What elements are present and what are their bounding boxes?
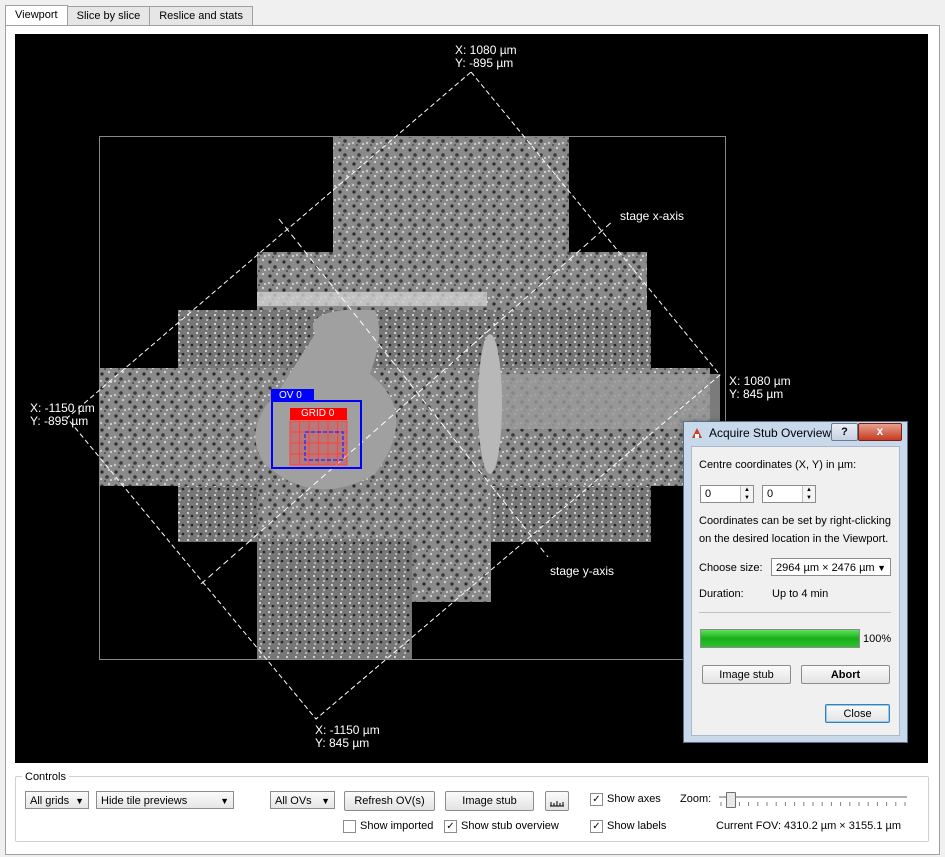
close-button[interactable]: Close <box>825 704 890 723</box>
stage-x-axis-label: stage x-axis <box>620 209 685 223</box>
grids-combo[interactable]: All grids ▼ <box>25 791 89 809</box>
dialog-image-stub-button[interactable]: Image stub <box>702 665 791 684</box>
tab-viewport[interactable]: Viewport <box>5 5 68 27</box>
zoom-slider-handle[interactable] <box>726 792 737 808</box>
ruler-icon <box>550 801 564 807</box>
app-icon <box>692 428 702 438</box>
stage-y-axis-label: stage y-axis <box>550 564 615 578</box>
show-labels-checkbox[interactable]: ✓ Show labels <box>590 819 666 833</box>
refresh-ov-button[interactable]: Refresh OV(s) <box>344 791 435 811</box>
choose-size-label: Choose size: <box>699 562 763 574</box>
check-icon: ✓ <box>590 792 603 806</box>
check-icon: ✓ <box>590 819 603 833</box>
dialog-body: Centre coordinates (X, Y) in µm: 0 ▲ ▼ 0 … <box>691 446 900 736</box>
tab-slice-by-slice[interactable]: Slice by slice <box>66 6 151 26</box>
tile-previews-combo-value: Hide tile previews <box>101 795 188 807</box>
controls-title: Controls <box>22 771 69 783</box>
grid-tiles <box>289 420 348 466</box>
zoom-slider-track <box>719 796 907 806</box>
show-axes-checkbox[interactable]: ✓ Show axes <box>590 792 661 806</box>
size-combo-value: 2964 µm × 2476 µm <box>776 562 875 574</box>
grid-label: GRID 0 <box>301 408 335 419</box>
ovs-combo-value: All OVs <box>275 795 312 807</box>
close-icon: x <box>876 424 884 438</box>
chevron-down-icon: ▼ <box>321 796 330 806</box>
centre-y-spinbox[interactable]: 0 ▲ ▼ <box>762 485 816 503</box>
hint-line-1: Coordinates can be set by right-clicking <box>699 515 891 527</box>
centre-x-value[interactable]: 0 <box>705 488 711 500</box>
chevron-down-icon: ▼ <box>220 796 229 806</box>
title-close-button[interactable]: x <box>858 423 902 441</box>
progress-percent: 100% <box>863 633 892 645</box>
zoom-slider[interactable] <box>717 792 909 808</box>
chevron-down-icon: ▼ <box>75 796 84 806</box>
centre-x-spinbox[interactable]: 0 ▲ ▼ <box>700 485 754 503</box>
corner-label-top: X: 1080 µm Y: -895 µm <box>455 43 517 70</box>
help-button[interactable]: ? <box>831 423 858 441</box>
corner-label-bottom: X: -1150 µm Y: 845 µm <box>315 723 380 750</box>
size-combo[interactable]: 2964 µm × 2476 µm ▼ <box>771 558 891 576</box>
duration-value: Up to 4 min <box>772 588 829 600</box>
abort-button[interactable]: Abort <box>801 665 890 684</box>
dialog-title-bar: Acquire Stub Overview <box>690 424 831 442</box>
centre-coordinates-label: Centre coordinates (X, Y) in µm: <box>699 459 857 471</box>
duration-label: Duration: <box>699 588 744 600</box>
corner-label-left: X: -1150 µm Y: -895 µm <box>30 401 95 428</box>
tile-previews-combo[interactable]: Hide tile previews ▼ <box>96 791 234 809</box>
tab-reslice-and-stats[interactable]: Reslice and stats <box>149 6 253 26</box>
check-icon: ✓ <box>444 819 457 833</box>
hint-line-2: on the desired location in the Viewport. <box>699 533 889 545</box>
progress-fill <box>701 630 859 647</box>
progress-bar <box>700 629 860 648</box>
image-stub-button[interactable]: Image stub <box>445 791 534 811</box>
dialog-title: Acquire Stub Overview <box>709 426 832 440</box>
acquire-stub-overview-dialog: Acquire Stub Overview ? x Centre coordin… <box>683 421 908 743</box>
grids-combo-value: All grids <box>30 795 70 807</box>
zoom-label: Zoom: <box>680 793 712 805</box>
measure-button[interactable] <box>545 791 569 811</box>
tab-bar: Viewport Slice by slice Reslice and stat… <box>5 5 253 27</box>
spin-arrows-icon[interactable]: ▲ ▼ <box>802 486 815 502</box>
show-labels-label: Show labels <box>607 820 667 832</box>
corner-label-right: X: 1080 µm Y: 845 µm <box>729 374 791 401</box>
show-imported-label: Show imported <box>360 820 434 832</box>
spin-arrows-icon[interactable]: ▲ ▼ <box>740 486 753 502</box>
show-stub-overview-checkbox[interactable]: ✓ Show stub overview <box>444 819 559 833</box>
show-axes-label: Show axes <box>607 793 661 805</box>
ov-label: OV 0 <box>279 390 302 401</box>
show-stub-overview-label: Show stub overview <box>461 820 559 832</box>
ovs-combo[interactable]: All OVs ▼ <box>270 791 335 809</box>
centre-y-value[interactable]: 0 <box>767 488 773 500</box>
show-imported-checkbox[interactable]: Show imported <box>343 819 433 833</box>
separator <box>699 612 891 613</box>
chevron-down-icon: ▼ <box>877 563 886 573</box>
current-fov-readout: Current FOV: 4310.2 µm × 3155.1 µm <box>716 820 901 832</box>
help-icon: ? <box>841 426 848 438</box>
checkbox-box <box>343 819 356 833</box>
